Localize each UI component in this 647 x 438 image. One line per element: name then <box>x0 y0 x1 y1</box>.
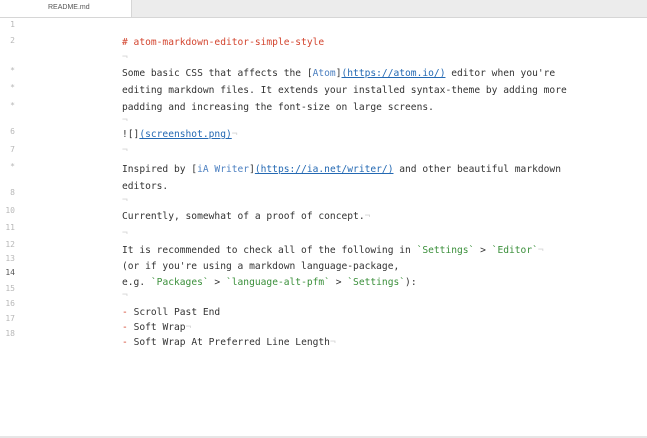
text-segment: Inspired by [ <box>122 164 198 175</box>
text-segment: padding and increasing the font-size on … <box>122 102 434 113</box>
blank-line[interactable]: ¬ <box>122 52 128 64</box>
inline-code: `Settings` <box>416 245 475 256</box>
blank-marker: ¬ <box>122 115 128 126</box>
text-segment: editing markdown files. It extends your … <box>122 85 567 96</box>
paragraph-line[interactable]: (or if you're using a markdown language-… <box>122 261 399 273</box>
text-segment: > <box>474 245 492 256</box>
text-segment: ): <box>405 277 417 288</box>
eol-marker: ¬ <box>231 129 238 140</box>
inline-code: `Settings` <box>347 277 406 288</box>
bullet-marker: - <box>122 307 128 318</box>
inline-code: `Editor` <box>491 245 538 256</box>
tab-title: README.md <box>48 4 90 11</box>
blank-line[interactable]: ¬ <box>122 195 128 207</box>
paragraph-line[interactable]: Some basic CSS that affects the [Atom](h… <box>122 68 555 80</box>
paragraph-line[interactable]: It is recommended to check all of the fo… <box>122 245 544 257</box>
blank-marker: ¬ <box>122 228 128 239</box>
list-item-text: Soft Wrap <box>133 322 186 333</box>
list-item[interactable]: - Soft Wrap At Preferred Line Length¬ <box>122 337 336 349</box>
paragraph-line[interactable]: editors. <box>122 181 168 193</box>
tab-bar: README.md <box>0 0 647 18</box>
paragraph-line[interactable]: Inspired by [iA Writer](https://ia.net/w… <box>122 164 561 176</box>
link-url[interactable]: (https://atom.io/) <box>342 68 446 79</box>
text-segment: and other beautiful markdown <box>393 164 561 175</box>
text-segment: editors. <box>122 181 169 192</box>
blank-line[interactable]: ¬ <box>122 290 128 302</box>
paragraph-line[interactable]: editing markdown files. It extends your … <box>122 85 567 97</box>
text-segment: Some basic CSS that affects the [ <box>122 68 313 79</box>
list-item[interactable]: - Soft Wrap¬ <box>122 322 191 334</box>
blank-marker: ¬ <box>122 195 128 206</box>
text-segment: editor when you're <box>445 68 556 79</box>
heading-line[interactable]: # atom-markdown-editor-simple-style <box>122 37 324 49</box>
paragraph-line[interactable]: Currently, somewhat of a proof of concep… <box>122 211 370 223</box>
eol-marker: ¬ <box>537 245 544 256</box>
eol-marker: ¬ <box>329 337 336 348</box>
editor-pane[interactable]: 1 2 * * * 6 7 * 8 10 11 12 13 14 15 16 1… <box>0 18 647 438</box>
paragraph-line[interactable]: e.g. `Packages` > `language-alt-pfm` > `… <box>122 277 417 289</box>
image-url[interactable]: (screenshot.png) <box>139 129 231 140</box>
text-segment: Currently, somewhat of a proof of concep… <box>122 211 365 222</box>
link-text: iA Writer <box>197 164 250 175</box>
text-segment: > <box>329 277 348 288</box>
blank-marker: ¬ <box>122 52 128 63</box>
inline-code: `language-alt-pfm` <box>225 277 330 288</box>
image-line[interactable]: ![](screenshot.png)¬ <box>122 129 238 141</box>
eol-marker: ¬ <box>364 211 371 222</box>
blank-line[interactable]: ¬ <box>122 145 128 157</box>
paragraph-line[interactable]: padding and increasing the font-size on … <box>122 102 434 114</box>
text-segment: It is recommended to check all of the fo… <box>122 245 417 256</box>
text-segment: (or if you're using a markdown language-… <box>122 261 400 272</box>
heading-text: # atom-markdown-editor-simple-style <box>122 37 325 48</box>
list-item[interactable]: - Scroll Past End <box>122 307 220 319</box>
list-item-text: Soft Wrap At Preferred Line Length <box>133 337 330 348</box>
inline-code: `Packages` <box>150 277 209 288</box>
link-text: Atom <box>312 68 336 79</box>
bullet-marker: - <box>122 337 128 348</box>
text-segment: e.g. <box>122 277 151 288</box>
blank-line[interactable]: ¬ <box>122 115 128 127</box>
eol-marker: ¬ <box>185 322 192 333</box>
blank-line[interactable]: ¬ <box>122 228 128 240</box>
list-item-text: Scroll Past End <box>133 307 221 318</box>
bullet-marker: - <box>122 322 128 333</box>
blank-marker: ¬ <box>122 290 128 301</box>
text-segment: > <box>208 277 226 288</box>
text-segment: ![] <box>122 129 140 140</box>
tab-readme[interactable]: README.md <box>0 0 132 17</box>
blank-marker: ¬ <box>122 145 128 156</box>
markdown-content[interactable]: # atom-markdown-editor-simple-style ¬ So… <box>0 18 647 438</box>
link-url[interactable]: (https://ia.net/writer/) <box>255 164 394 175</box>
